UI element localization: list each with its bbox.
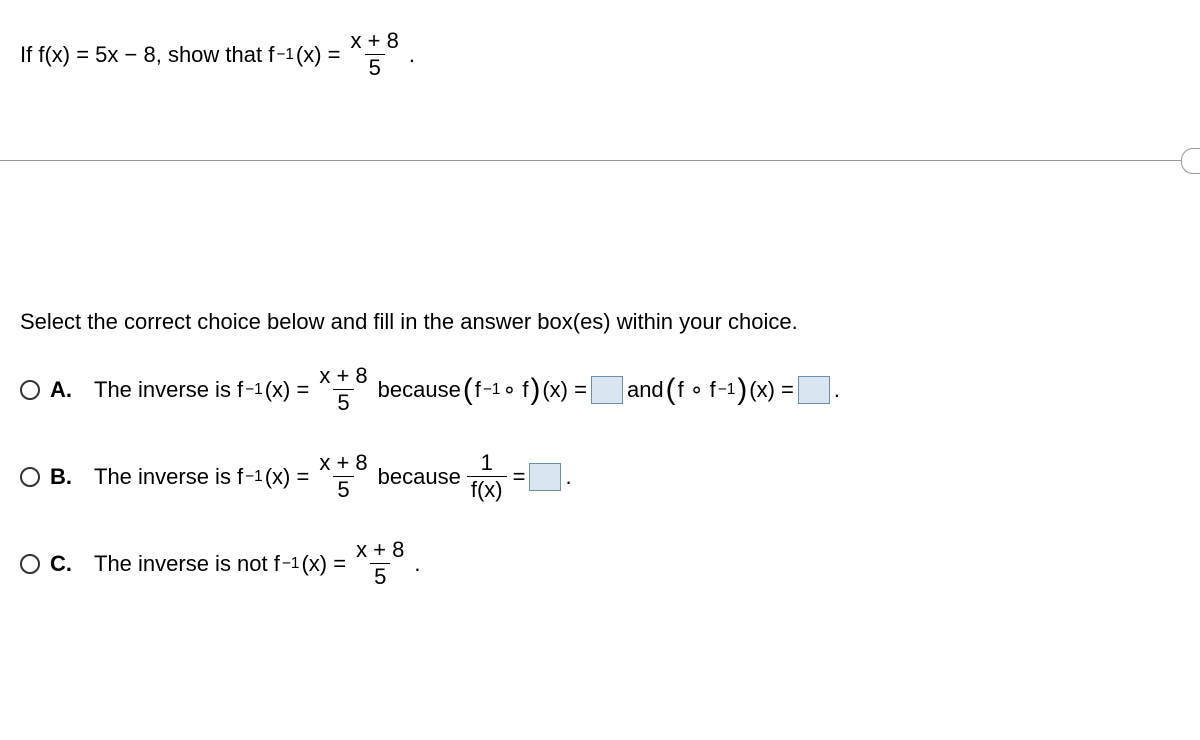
choice-b-label: B. [50,464,78,490]
c-frac: x + 8 5 [352,539,408,588]
a-answer-box-2[interactable] [798,376,830,404]
question-prompt: If f(x) = 5x − 8, show that f −1 (x) = x… [0,0,1200,119]
b-frac2: 1 f(x) [467,452,507,501]
a-frac-den: 5 [333,389,353,414]
instruction-text: Select the correct choice below and fill… [20,309,1180,335]
a-t7: . [834,377,840,403]
a-frac-num: x + 8 [315,365,371,389]
radio-a[interactable] [20,380,40,400]
b-frac2-num: 1 [477,452,497,476]
b-t2: (x) = [265,464,310,490]
radio-b[interactable] [20,467,40,487]
choice-c: C. The inverse is not f −1 (x) = x + 8 5… [20,539,1180,588]
prompt-after-exp: (x) = [296,42,341,68]
c-t1: The inverse is not f [94,551,280,577]
b-frac2-den: f(x) [467,476,507,501]
c-t3: . [414,551,420,577]
a-t6: (x) = [749,377,794,403]
choice-a-label: A. [50,377,78,403]
b-t4: = [513,464,526,490]
prompt-frac-num: x + 8 [347,30,403,54]
a-p2a: f ∘ f [678,377,716,403]
answer-area: Select the correct choice below and fill… [0,119,1200,588]
a-frac: x + 8 5 [315,365,371,414]
section-divider [0,160,1182,161]
c-frac-den: 5 [370,563,390,588]
prompt-fraction: x + 8 5 [347,30,403,79]
prompt-trail: . [409,42,415,68]
b-answer-box[interactable] [529,463,561,491]
b-t1: The inverse is f [94,464,243,490]
c-t2: (x) = [301,551,346,577]
a-t5: and [627,377,664,403]
choice-a: A. The inverse is f −1 (x) = x + 8 5 bec… [20,365,1180,414]
a-t4: (x) = [542,377,587,403]
c-frac-num: x + 8 [352,539,408,563]
scroll-cap [1181,148,1200,174]
a-p1b: ∘ f [502,377,528,403]
b-t3: because [378,464,461,490]
a-answer-box-1[interactable] [591,376,623,404]
choice-c-label: C. [50,551,78,577]
a-t3: because [378,377,461,403]
prompt-frac-den: 5 [365,54,385,79]
a-p1a: f [475,377,481,403]
b-t5: . [565,464,571,490]
b-frac1: x + 8 5 [315,452,371,501]
radio-c[interactable] [20,554,40,574]
a-t1: The inverse is f [94,377,243,403]
prompt-leadin: If f(x) = 5x − 8, show that f [20,42,274,68]
b-frac1-num: x + 8 [315,452,371,476]
choice-b: B. The inverse is f −1 (x) = x + 8 5 bec… [20,452,1180,501]
a-t2: (x) = [265,377,310,403]
b-frac1-den: 5 [333,476,353,501]
